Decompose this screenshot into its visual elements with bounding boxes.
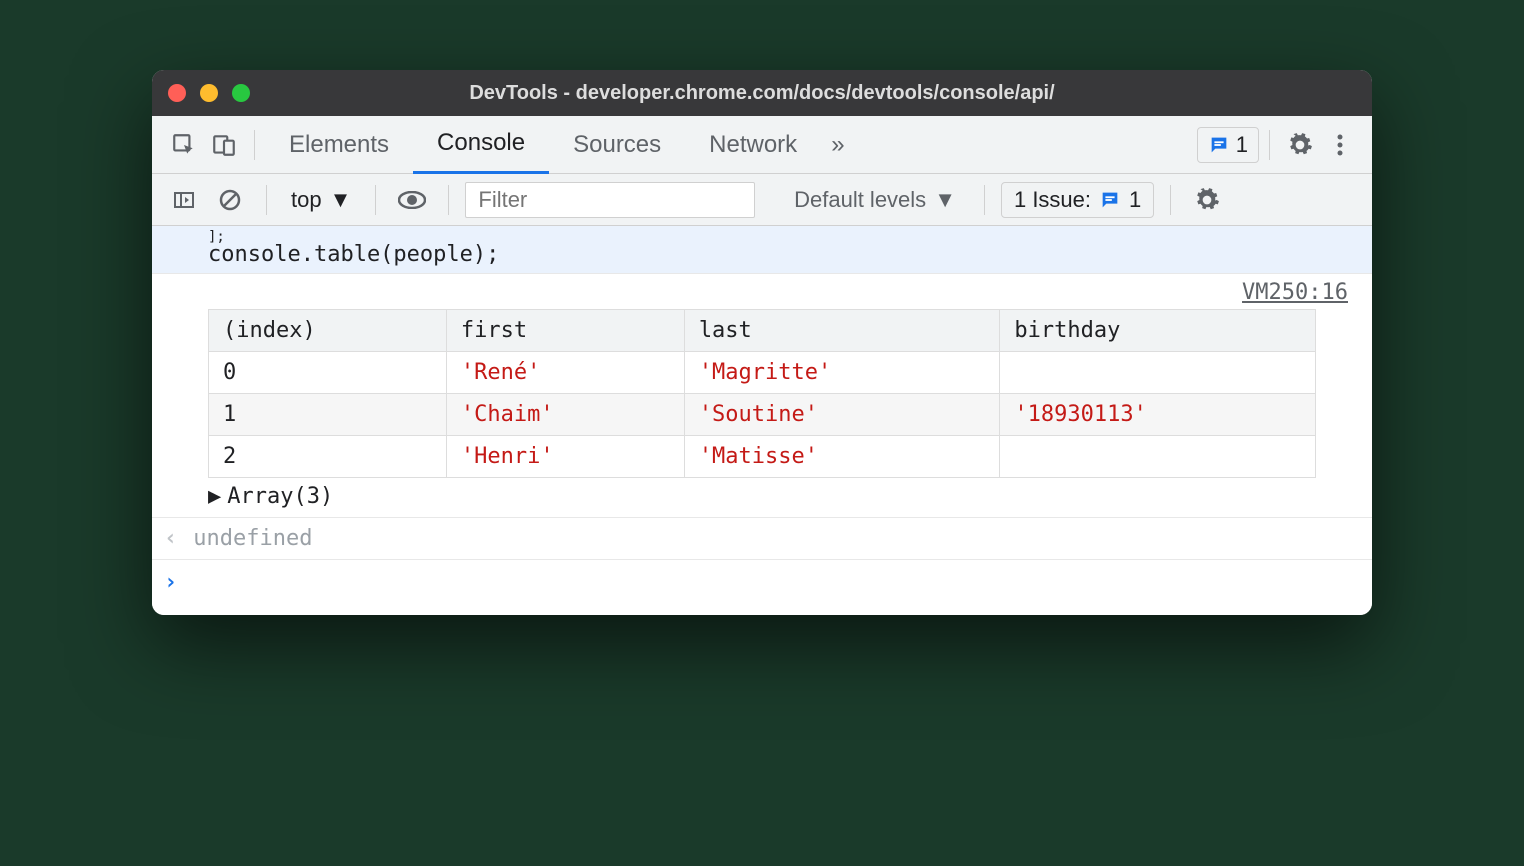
issue-count: 1 (1129, 187, 1141, 213)
divider (254, 130, 255, 160)
cell-birthday: '18930113' (1000, 394, 1316, 436)
cell-first: 'René' (446, 352, 684, 394)
issues-button[interactable]: 1 Issue: 1 (1001, 182, 1154, 218)
cmd-text: console.table(people); (208, 242, 1372, 267)
devtools-window: DevTools - developer.chrome.com/docs/dev… (152, 70, 1372, 615)
minimize-icon[interactable] (200, 84, 218, 102)
divider (984, 185, 985, 215)
console-prompt[interactable]: › (152, 560, 1372, 615)
tab-more[interactable]: » (821, 116, 854, 174)
clear-console-icon[interactable] (210, 180, 250, 220)
filter-input[interactable] (465, 182, 755, 218)
inspect-element-icon[interactable] (164, 125, 204, 165)
input-chevron-icon: › (164, 570, 177, 595)
source-link[interactable]: VM250:16 (1242, 280, 1348, 305)
table-row: 1 'Chaim' 'Soutine' '18930113' (209, 394, 1316, 436)
cell-first: 'Henri' (446, 436, 684, 478)
cell-last: 'Soutine' (684, 394, 1000, 436)
console-toolbar: top ▼ Default levels ▼ 1 Issue: 1 (152, 174, 1372, 226)
levels-label: Default levels (794, 187, 926, 213)
col-first[interactable]: first (446, 310, 684, 352)
cell-index: 1 (209, 394, 447, 436)
chevron-down-icon: ▼ (934, 187, 956, 213)
result-row: › undefined (152, 517, 1372, 560)
cell-last: 'Magritte' (684, 352, 1000, 394)
live-expression-icon[interactable] (392, 180, 432, 220)
source-link-row: VM250:16 (152, 274, 1372, 305)
cell-birthday (1000, 436, 1316, 478)
window-title: DevTools - developer.chrome.com/docs/dev… (152, 82, 1372, 105)
issue-label: 1 Issue: (1014, 187, 1091, 213)
divider (1269, 130, 1270, 160)
log-levels-selector[interactable]: Default levels ▼ (782, 187, 968, 213)
divider (448, 185, 449, 215)
array-expander[interactable]: ▶ Array(3) (208, 484, 1372, 509)
cell-first: 'Chaim' (446, 394, 684, 436)
table-row: 0 'René' 'Magritte' (209, 352, 1316, 394)
console-settings-icon[interactable] (1187, 180, 1227, 220)
divider (375, 185, 376, 215)
close-icon[interactable] (168, 84, 186, 102)
maximize-icon[interactable] (232, 84, 250, 102)
context-label: top (291, 187, 322, 213)
context-selector[interactable]: top ▼ (283, 187, 359, 213)
message-icon (1099, 189, 1121, 211)
console-output: ]; console.table(people); VM250:16 (inde… (152, 226, 1372, 615)
cell-index: 0 (209, 352, 447, 394)
triangle-right-icon: ▶ (208, 484, 221, 509)
col-index[interactable]: (index) (209, 310, 447, 352)
settings-icon[interactable] (1280, 125, 1320, 165)
console-command: ]; console.table(people); (152, 226, 1372, 274)
issues-count: 1 (1236, 132, 1248, 158)
titlebar: DevTools - developer.chrome.com/docs/dev… (152, 70, 1372, 116)
divider (1170, 185, 1171, 215)
device-toggle-icon[interactable] (204, 125, 244, 165)
panel-tabs: Elements Console Sources Network » 1 (152, 116, 1372, 174)
sidebar-toggle-icon[interactable] (164, 180, 204, 220)
tab-console[interactable]: Console (413, 116, 549, 174)
col-last[interactable]: last (684, 310, 1000, 352)
tab-sources[interactable]: Sources (549, 116, 685, 174)
cell-birthday (1000, 352, 1316, 394)
cmd-fragment: ]; (208, 232, 1372, 242)
message-icon (1208, 134, 1230, 156)
tab-elements[interactable]: Elements (265, 116, 413, 174)
cell-last: 'Matisse' (684, 436, 1000, 478)
issues-counter[interactable]: 1 (1197, 127, 1259, 163)
more-vert-icon[interactable] (1320, 125, 1360, 165)
output-chevron-icon: › (164, 526, 177, 551)
table-row: 2 'Henri' 'Matisse' (209, 436, 1316, 478)
cell-index: 2 (209, 436, 447, 478)
traffic-lights (168, 84, 250, 102)
divider (266, 185, 267, 215)
console-table: (index) first last birthday 0 'René' 'Ma… (208, 309, 1316, 478)
chevron-down-icon: ▼ (330, 187, 352, 213)
col-birthday[interactable]: birthday (1000, 310, 1316, 352)
tab-network[interactable]: Network (685, 116, 821, 174)
result-value: undefined (193, 526, 312, 551)
array-label: Array(3) (227, 484, 333, 509)
